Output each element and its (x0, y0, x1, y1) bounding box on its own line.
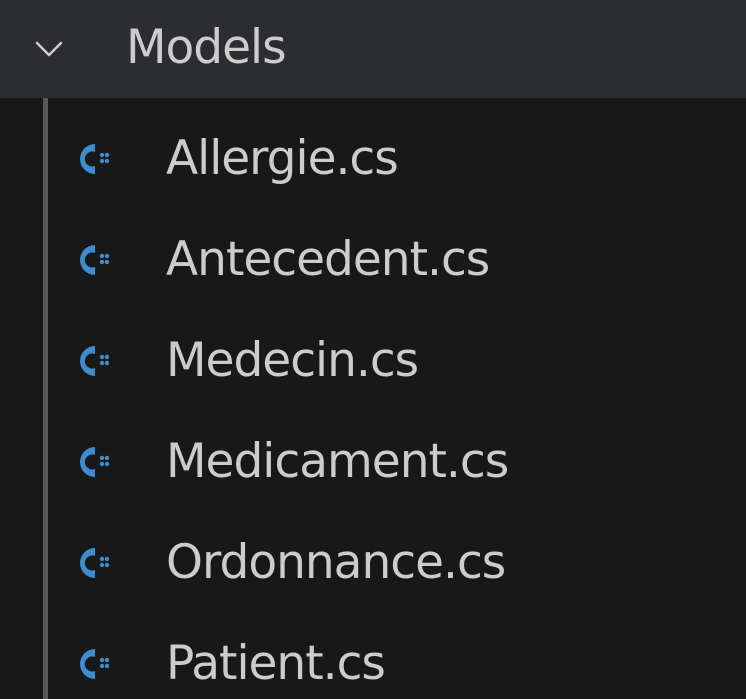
csharp-file-icon (80, 447, 110, 477)
csharp-file-icon (80, 245, 110, 275)
file-explorer-tree: Models Allergie.cs Antecedent.cs Medecin… (0, 0, 746, 699)
file-label: Patient.cs (166, 636, 386, 691)
file-label: Medicament.cs (166, 434, 509, 489)
file-label: Antecedent.cs (166, 232, 490, 287)
file-item-medecin[interactable]: Medecin.cs (0, 310, 746, 412)
chevron-down-icon[interactable] (34, 34, 64, 64)
file-item-ordonnance[interactable]: Ordonnance.cs (0, 512, 746, 614)
file-item-antecedent[interactable]: Antecedent.cs (0, 209, 746, 311)
folder-children: Allergie.cs Antecedent.cs Medecin.cs Med… (0, 98, 746, 699)
folder-label: Models (126, 20, 287, 75)
file-item-allergie[interactable]: Allergie.cs (0, 108, 746, 210)
file-label: Medecin.cs (166, 333, 419, 388)
csharp-file-icon (80, 144, 110, 174)
csharp-file-icon (80, 649, 110, 679)
file-label: Ordonnance.cs (166, 535, 506, 590)
file-label: Allergie.cs (166, 131, 399, 186)
csharp-file-icon (80, 548, 110, 578)
csharp-file-icon (80, 346, 110, 376)
file-item-patient[interactable]: Patient.cs (0, 613, 746, 699)
file-item-medicament[interactable]: Medicament.cs (0, 411, 746, 513)
folder-row-models[interactable]: Models (0, 0, 746, 98)
